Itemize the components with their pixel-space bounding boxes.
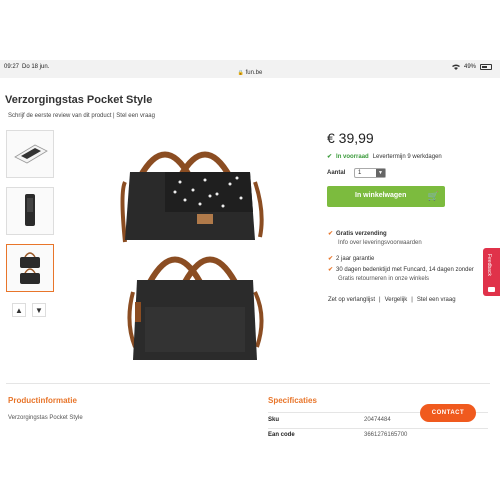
quantity-value: 1 <box>358 170 362 176</box>
usp-title: Gratis verzending <box>336 231 387 237</box>
product-actions: Zet op verlanglijst | Vergelijk | Stel e… <box>328 297 456 303</box>
usp-sub: Gratis retourneren in onze winkels <box>338 276 430 282</box>
check-icon: ✔ <box>328 256 334 262</box>
feedback-icon <box>488 287 495 292</box>
cart-icon: 🛒 <box>427 191 439 201</box>
specifications-heading: Specificaties <box>268 396 317 405</box>
product-info-text: Verzorgingstas Pocket Style <box>8 415 83 421</box>
usp-sub-link[interactable]: Info over leveringsvoorwaarden <box>338 240 422 246</box>
usp-item: ✔ 30 dagen bedenktijd met Funcard, 14 dag… <box>328 266 474 282</box>
chevron-down-icon: ▼ <box>376 169 385 177</box>
compare-link[interactable]: Vergelijk <box>385 297 408 303</box>
page-title: Verzorgingstas Pocket Style <box>5 94 153 106</box>
feedback-label: Feedback <box>486 254 492 276</box>
check-icon: ✔ <box>327 154 333 160</box>
usp-title: 30 dagen bedenktijd met Funcard, 14 dage… <box>336 267 474 273</box>
stock-status: ✔ In voorraad Levertermijn 9 werkdagen <box>327 153 442 161</box>
lock-icon: 🔒 <box>237 70 244 76</box>
url-text: fun.be <box>245 70 263 76</box>
spec-value: 3661276165700 <box>364 432 408 438</box>
changing-mat-image <box>14 144 48 164</box>
top-blank-area <box>0 0 500 60</box>
delivery-time: Levertermijn 9 werkdagen <box>372 153 442 160</box>
spec-key: Ean code <box>268 432 295 438</box>
pouch-image <box>25 194 35 226</box>
contact-button[interactable]: CONTACT <box>420 404 476 422</box>
spec-key: Sku <box>268 417 280 423</box>
feedback-tab[interactable]: Feedback <box>483 248 500 296</box>
quantity-select[interactable]: 1 ▼ <box>354 168 386 178</box>
price: € 39,99 <box>327 130 374 146</box>
review-link[interactable]: Schrijf de eerste review van dit product… <box>8 113 155 119</box>
add-to-cart-button[interactable]: In winkelwagen 🛒 <box>327 186 445 207</box>
spec-value: 20474484 <box>364 417 391 423</box>
check-icon: ✔ <box>328 231 334 237</box>
wishlist-link[interactable]: Zet op verlanglijst <box>328 297 375 303</box>
divider <box>6 383 490 384</box>
quantity-label: Aantal <box>327 170 346 176</box>
add-to-cart-label: In winkelwagen <box>355 192 407 199</box>
ask-question-link[interactable]: Stel een vraag <box>417 297 456 303</box>
usp-item: ✔ Gratis verzending Info over leveringsvo… <box>328 230 422 246</box>
bag-thumbnail-image <box>20 252 40 284</box>
divider <box>268 428 488 429</box>
product-main-image[interactable] <box>105 132 285 372</box>
separator: | <box>411 297 413 303</box>
product-info-heading: Productinformatie <box>8 396 77 405</box>
stock-label: In voorraad <box>336 153 369 160</box>
thumbnail-2[interactable] <box>6 187 54 235</box>
address-bar[interactable]: 🔒 fun.be <box>0 70 500 82</box>
check-icon: ✔ <box>328 267 334 273</box>
thumbnail-1[interactable] <box>6 130 54 178</box>
chevron-up-icon[interactable]: ▲ <box>12 303 26 317</box>
chevron-down-icon[interactable]: ▼ <box>32 303 46 317</box>
separator: | <box>379 297 381 303</box>
usp-title: 2 jaar garantie <box>336 256 375 262</box>
thumbnail-3[interactable] <box>6 244 54 292</box>
usp-item: ✔ 2 jaar garantie <box>328 255 374 262</box>
